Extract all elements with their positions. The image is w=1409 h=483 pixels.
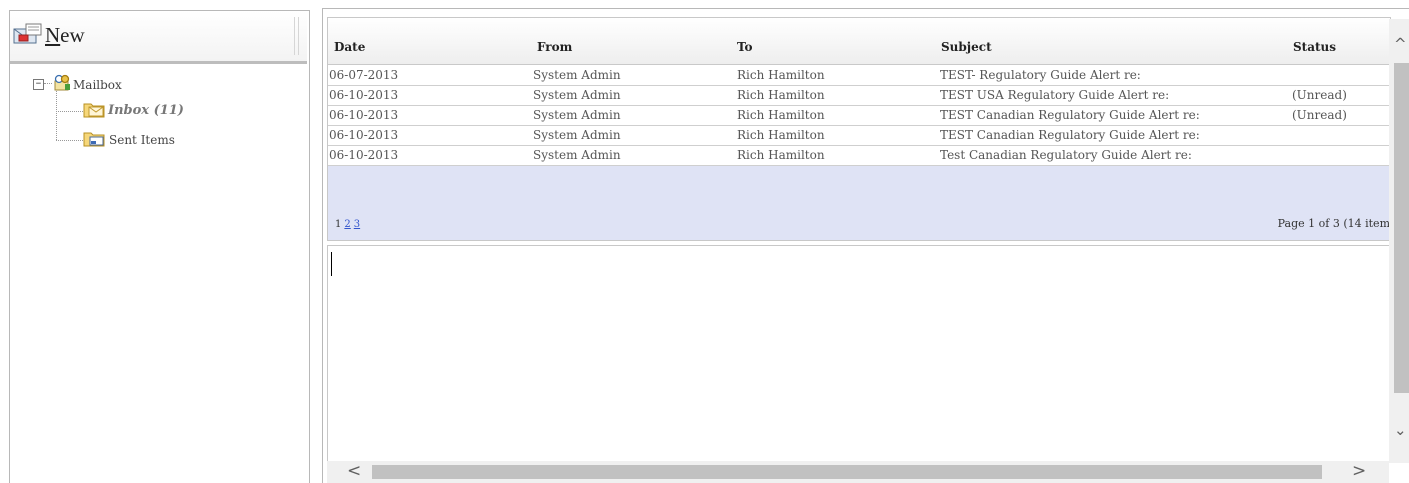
cell-subject: TEST USA Regulatory Guide Alert re:: [940, 88, 1170, 102]
table-row[interactable]: 06-10-2013 System Admin Rich Hamilton TE…: [328, 106, 1390, 126]
toolbar-grip: [294, 17, 299, 55]
toolbar: New: [10, 11, 307, 64]
grid-header: Date From To Subject Status: [328, 18, 1390, 65]
text-caret: [331, 252, 332, 276]
horizontal-scroll-thumb[interactable]: [372, 465, 1322, 479]
tree-node-sent-items[interactable]: Sent Items: [83, 129, 175, 150]
cell-from: System Admin: [533, 108, 621, 122]
page-info: Page 1 of 3 (14 item: [1277, 217, 1390, 230]
cell-to: Rich Hamilton: [737, 108, 825, 122]
cell-status: (Unread): [1292, 88, 1347, 102]
scroll-left-icon[interactable]: <: [347, 461, 361, 481]
cell-subject: TEST Canadian Regulatory Guide Alert re:: [940, 108, 1200, 122]
cell-date: 06-07-2013: [329, 68, 399, 82]
new-mail-icon: [13, 21, 43, 49]
cell-subject: Test Canadian Regulatory Guide Alert re:: [940, 148, 1192, 162]
grid-pager: 123 Page 1 of 3 (14 item: [328, 166, 1390, 240]
inbox-folder-icon: [83, 100, 105, 121]
tree-connector: [56, 88, 57, 140]
cell-date: 06-10-2013: [329, 88, 399, 102]
scroll-up-icon[interactable]: ^: [1394, 35, 1407, 53]
new-button[interactable]: New: [13, 21, 85, 49]
sent-items-label: Sent Items: [109, 132, 175, 147]
table-row[interactable]: 06-07-2013 System Admin Rich Hamilton TE…: [328, 66, 1390, 86]
inbox-label: Inbox (11): [108, 103, 184, 118]
column-header-to[interactable]: To: [737, 40, 753, 54]
table-row[interactable]: 06-10-2013 System Admin Rich Hamilton Te…: [328, 146, 1390, 166]
scroll-down-icon[interactable]: ⌄: [1394, 421, 1407, 439]
cell-to: Rich Hamilton: [737, 68, 825, 82]
cell-date: 06-10-2013: [329, 148, 399, 162]
cell-status: (Unread): [1292, 108, 1347, 122]
new-button-label: New: [45, 22, 85, 47]
horizontal-scrollbar[interactable]: < >: [327, 461, 1389, 483]
mailbox-label: Mailbox: [73, 77, 122, 92]
column-header-date[interactable]: Date: [334, 40, 365, 54]
page-link-3[interactable]: 3: [354, 219, 360, 230]
cell-subject: TEST Canadian Regulatory Guide Alert re:: [940, 128, 1200, 142]
vertical-scroll-thumb[interactable]: [1394, 63, 1409, 393]
cell-from: System Admin: [533, 148, 621, 162]
table-row[interactable]: 06-10-2013 System Admin Rich Hamilton TE…: [328, 126, 1390, 146]
mailbox-icon: [53, 74, 71, 95]
cell-from: System Admin: [533, 88, 621, 102]
folder-pane: New − Mailbox Inbox (11) Sent Items: [9, 10, 310, 483]
column-header-status[interactable]: Status: [1293, 40, 1336, 54]
message-pane: Date From To Subject Status 06-07-2013 S…: [322, 8, 1409, 483]
column-header-from[interactable]: From: [537, 40, 572, 54]
collapse-toggle[interactable]: −: [33, 79, 44, 90]
tree-node-mailbox[interactable]: − Mailbox: [33, 74, 122, 95]
cell-date: 06-10-2013: [329, 128, 399, 142]
scroll-right-icon[interactable]: >: [1352, 461, 1366, 481]
page-links: 123: [335, 219, 360, 230]
column-header-subject[interactable]: Subject: [941, 40, 992, 54]
cell-from: System Admin: [533, 128, 621, 142]
message-preview[interactable]: [327, 245, 1390, 464]
cell-to: Rich Hamilton: [737, 128, 825, 142]
vertical-scrollbar[interactable]: ^ ⌄: [1389, 19, 1409, 463]
cell-date: 06-10-2013: [329, 108, 399, 122]
sent-items-folder-icon: [83, 129, 105, 150]
cell-to: Rich Hamilton: [737, 88, 825, 102]
tree-connector: [56, 140, 83, 141]
cell-to: Rich Hamilton: [737, 148, 825, 162]
tree-node-inbox[interactable]: Inbox (11): [83, 100, 184, 121]
page-link-2[interactable]: 2: [344, 219, 350, 230]
message-grid: Date From To Subject Status 06-07-2013 S…: [327, 17, 1391, 241]
current-page: 1: [335, 219, 342, 230]
table-row[interactable]: 06-10-2013 System Admin Rich Hamilton TE…: [328, 86, 1390, 106]
cell-from: System Admin: [533, 68, 621, 82]
tree-connector: [56, 111, 83, 112]
cell-subject: TEST- Regulatory Guide Alert re:: [940, 68, 1141, 82]
